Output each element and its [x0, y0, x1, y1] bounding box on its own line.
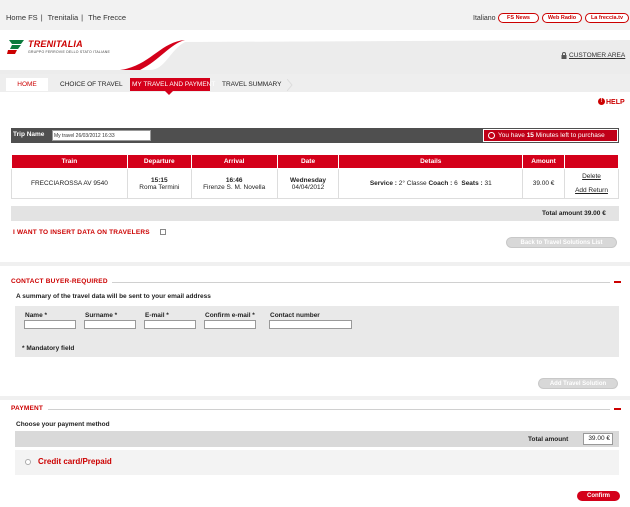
fs-news-pill[interactable]: FS News — [498, 13, 539, 23]
trip-name-input[interactable] — [52, 130, 151, 141]
trip-name-label: Trip Name — [13, 131, 45, 138]
help-link[interactable]: HELP — [606, 99, 625, 106]
table-header-row: Train Departure Arrival Date Details Amo… — [11, 154, 619, 169]
time-left-notice: You have 15 Minutes left to purchase — [483, 129, 618, 142]
departure-time: 15:15 — [150, 176, 168, 184]
top-link-home-fs[interactable]: Home FS — [6, 13, 38, 22]
coach-label: Coach : — [428, 180, 453, 187]
surname-label: Surname * — [85, 312, 118, 319]
surname-field[interactable] — [84, 320, 136, 329]
actions-cell: Delete Add Return — [564, 168, 619, 199]
train-table: Train Departure Arrival Date Details Amo… — [11, 154, 619, 199]
email-field[interactable] — [144, 320, 196, 329]
timer-suffix: Minutes left to purchase — [535, 132, 605, 139]
tab-home[interactable]: HOME — [6, 78, 48, 91]
tab-choice-of-travel[interactable]: CHOICE OF TRAVEL — [54, 78, 129, 91]
clock-icon — [488, 132, 495, 139]
amount-cell: 39.00 € — [522, 168, 566, 199]
add-return-link[interactable]: Add Return — [575, 187, 608, 194]
date-cell: Wednesday 04/04/2012 — [276, 168, 340, 199]
web-radio-pill[interactable]: Web Radio — [542, 13, 582, 23]
table-row: FRECCIAROSSA AV 9540 15:15 Roma Termini 1… — [11, 168, 619, 199]
credit-card-radio[interactable] — [25, 459, 31, 465]
name-field[interactable] — [24, 320, 76, 329]
col-amount: Amount — [522, 154, 566, 169]
arrival-cell: 16:46 Firenze S. M. Novella — [190, 168, 278, 199]
total-amount: Total amount 39.00 € — [542, 210, 606, 217]
brand-name: TRENITALIA — [28, 39, 83, 49]
credit-card-option[interactable]: Credit card/Prepaid — [38, 457, 112, 466]
departure-cell: 15:15 Roma Termini — [126, 168, 192, 199]
collapse-payment-icon[interactable] — [614, 408, 621, 410]
top-links: Home FS | Trenitalia | The Frecce — [6, 13, 129, 22]
top-link-separator: | — [81, 13, 84, 22]
brand-subtitle: GRUPPO FERROVIE DELLO STATO ITALIANE — [28, 50, 111, 54]
col-departure: Departure — [126, 154, 192, 169]
payment-section-title: PAYMENT — [11, 405, 44, 412]
col-date: Date — [276, 154, 340, 169]
insert-travelers-label: I WANT TO INSERT DATA ON TRAVELERS — [13, 229, 150, 236]
arrival-time: 16:46 — [225, 176, 243, 184]
col-details: Details — [338, 154, 524, 169]
top-link-the-frecce[interactable]: The Frecce — [88, 13, 126, 22]
name-label: Name * — [25, 312, 48, 319]
confirm-email-label: Confirm e-mail * — [205, 312, 255, 319]
confirm-email-field[interactable] — [204, 320, 256, 329]
tab-travel-summary[interactable]: TRAVEL SUMMARY — [216, 78, 287, 91]
seats-value: 31 — [484, 180, 492, 187]
departure-station: Roma Termini — [139, 183, 180, 191]
lock-icon — [561, 52, 567, 59]
contact-title-line — [112, 282, 610, 283]
top-link-separator: | — [40, 13, 43, 22]
back-to-solutions-button[interactable]: Back to Travel Solutions List — [506, 237, 617, 248]
seats-label: Seats : — [461, 180, 483, 187]
delete-link[interactable]: Delete — [582, 173, 601, 180]
active-tab-arrow-icon — [165, 91, 173, 95]
section-divider — [0, 396, 630, 400]
mandatory-note: * Mandatory field — [22, 345, 75, 352]
train-cell: FRECCIAROSSA AV 9540 — [11, 168, 128, 199]
contact-number-field[interactable] — [269, 320, 352, 329]
details-cell: Service : 2° Classe Coach : 6 Seats : 31 — [338, 168, 524, 199]
customer-area-link[interactable]: CUSTOMER AREA — [569, 52, 625, 59]
total-amount-bar — [11, 206, 619, 221]
top-link-trenitalia[interactable]: Trenitalia — [48, 13, 79, 22]
travel-day: Wednesday — [290, 176, 327, 184]
contact-section-title: CONTACT BUYER-REQUIRED — [11, 278, 108, 285]
col-arrival: Arrival — [190, 154, 278, 169]
col-actions — [564, 154, 619, 169]
email-label: E-mail * — [145, 312, 169, 319]
language-selector[interactable]: Italiano — [473, 15, 496, 22]
service-label: Service : — [369, 180, 397, 187]
coach-value: 6 — [454, 180, 458, 187]
arrival-station: Firenze S. M. Novella — [203, 183, 266, 191]
payment-total-label: Total amount — [528, 436, 569, 443]
service-value: 2° Classe — [398, 180, 427, 187]
add-travel-solution-button[interactable]: Add Travel Solution — [538, 378, 618, 389]
la-freccia-tv-pill[interactable]: La freccia.tv — [585, 13, 629, 23]
contact-summary-text: A summary of the travel data will be sen… — [16, 293, 211, 300]
travel-date: 04/04/2012 — [291, 183, 325, 191]
col-train: Train — [11, 154, 128, 169]
contact-number-label: Contact number — [270, 312, 320, 319]
section-divider — [0, 262, 630, 266]
payment-method-prompt: Choose your payment method — [16, 421, 110, 428]
step-chevron-icon — [287, 79, 293, 91]
timer-minutes: 15 — [526, 132, 534, 139]
tab-my-travel-and-payment[interactable]: MY TRAVEL AND PAYMENT — [130, 78, 215, 91]
payment-title-line — [48, 409, 610, 410]
timer-prefix: You have — [498, 132, 525, 139]
help-icon[interactable]: ! — [598, 98, 605, 105]
insert-travelers-checkbox[interactable] — [160, 229, 166, 235]
confirm-button[interactable]: Confirm — [577, 491, 620, 501]
payment-total-field: 39.00 € — [583, 433, 613, 445]
collapse-contact-icon[interactable] — [614, 281, 621, 283]
